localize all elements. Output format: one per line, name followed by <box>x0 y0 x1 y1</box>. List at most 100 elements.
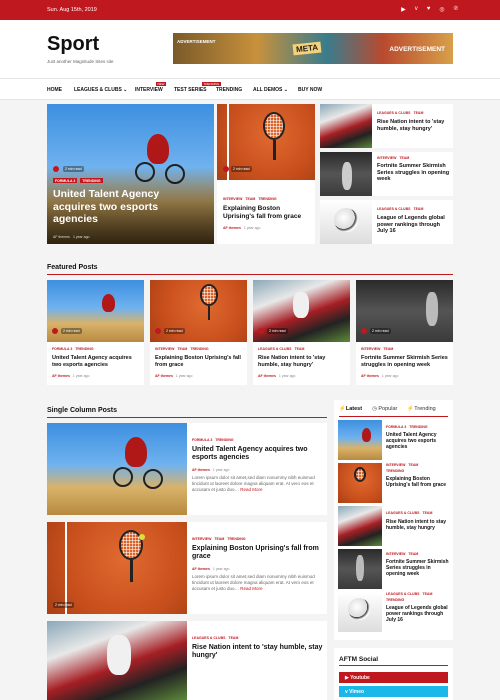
category-link[interactable]: INTERVIEW <box>377 156 396 160</box>
latest-title[interactable]: Fortnite Summer Skirmish Series struggle… <box>386 559 450 577</box>
single-post-image[interactable] <box>47 423 187 515</box>
latest-thumb[interactable] <box>338 463 382 503</box>
author-name[interactable]: AF themes <box>361 374 379 378</box>
category-link[interactable]: TRENDING <box>386 598 404 602</box>
category-link[interactable]: LEAGUES & CLUBS <box>386 511 419 515</box>
latest-title[interactable]: United Talent Agency acquires two esport… <box>386 432 450 450</box>
side-title[interactable]: Fortnite Summer Skirmish Series struggle… <box>377 163 451 183</box>
category-link[interactable]: TEAM <box>228 636 238 640</box>
category-link[interactable]: INTERVIEW <box>386 552 405 556</box>
latest-thumb[interactable] <box>338 592 382 632</box>
author-name[interactable]: AF themes <box>192 567 210 571</box>
category-link[interactable]: TEAM <box>383 347 393 351</box>
side-title[interactable]: League of Legends global power rankings … <box>377 215 451 235</box>
category-link[interactable]: TRENDING <box>215 438 233 442</box>
latest-thumb[interactable] <box>338 506 382 546</box>
category-link[interactable]: LEAGUES & CLUBS <box>377 111 410 115</box>
single-post-title[interactable]: Rise Nation intent to 'stay humble, stay… <box>192 644 324 661</box>
category-link[interactable]: FORMULA 3 <box>52 347 72 351</box>
category-link[interactable]: INTERVIEW <box>386 463 405 467</box>
hero-mid-title[interactable]: Explaining Boston Uprising's fall from g… <box>223 205 313 221</box>
nav-all-demos[interactable]: ALL DEMOS ⌄ <box>253 87 288 93</box>
featured-image[interactable]: 2 min read <box>150 280 247 342</box>
author-name[interactable]: AF themes <box>192 468 210 472</box>
featured-image[interactable]: 2 min read <box>356 280 453 342</box>
side-title[interactable]: Rise Nation intent to 'stay humble, stay… <box>377 119 451 132</box>
author-name[interactable]: AF themes <box>53 235 70 239</box>
category-link[interactable]: FORMULA 3 <box>192 438 212 442</box>
author-name[interactable]: AF themes <box>223 226 241 230</box>
category-link[interactable]: TRENDING <box>386 469 404 473</box>
category-link[interactable]: TEAM <box>294 347 304 351</box>
nav-trending[interactable]: TRENDING <box>216 87 242 93</box>
instagram-icon[interactable]: ◎ <box>439 6 444 13</box>
author-name[interactable]: AF themes <box>52 374 70 378</box>
category-link[interactable]: LEAGUES & CLUBS <box>258 347 291 351</box>
author-name[interactable]: AF themes <box>155 374 173 378</box>
site-title[interactable]: Sport <box>47 33 99 56</box>
category-link[interactable]: TEAM <box>422 592 432 596</box>
single-post-title[interactable]: United Talent Agency acquires two esport… <box>192 446 324 463</box>
tab-trending[interactable]: ⚡Trending <box>407 406 435 412</box>
vimeo-icon[interactable]: v <box>415 6 418 13</box>
hero-main-image[interactable]: 2 min read FORMULA 3 TRENDING United Tal… <box>47 104 214 244</box>
nav-interview[interactable]: INTERVIEW <box>135 87 163 93</box>
vimeo-button[interactable]: v Vimeo <box>339 686 448 697</box>
nav-leagues-clubs[interactable]: LEAGUES & CLUBS ⌄ <box>74 87 127 93</box>
single-post-title[interactable]: Explaining Boston Uprising's fall from g… <box>192 545 324 562</box>
tab-popular[interactable]: ◷ Popular <box>372 406 397 412</box>
category-link[interactable]: TRENDING <box>80 178 103 183</box>
category-link[interactable]: TEAM <box>413 207 423 211</box>
category-link[interactable]: TEAM <box>413 111 423 115</box>
latest-thumb[interactable] <box>338 420 382 460</box>
author-name[interactable]: AF themes <box>258 374 276 378</box>
nav-home[interactable]: HOME <box>47 87 62 93</box>
hero-main-title[interactable]: United Talent Agency acquires two esport… <box>53 188 203 226</box>
category-link[interactable]: TEAM <box>214 537 224 541</box>
read-more-link[interactable]: Read More <box>240 487 262 492</box>
category-link[interactable]: TEAM <box>408 552 418 556</box>
category-link[interactable]: FORMULA 3 <box>53 178 78 183</box>
hero-mid-image[interactable]: 2 min read <box>217 104 315 180</box>
category-link[interactable]: TEAM <box>422 511 432 515</box>
featured-title[interactable]: Rise Nation intent to 'stay humble, stay… <box>258 355 346 368</box>
category-link[interactable]: TRENDING <box>258 197 276 201</box>
category-link[interactable]: INTERVIEW <box>192 537 211 541</box>
featured-title[interactable]: United Talent Agency acquires two esport… <box>52 355 140 368</box>
single-post-image[interactable] <box>47 621 187 700</box>
category-link[interactable]: LEAGUES & CLUBS <box>386 592 419 596</box>
youtube-button[interactable]: ▶ Youtube <box>339 672 448 683</box>
category-link[interactable]: TRENDING <box>227 537 245 541</box>
youtube-icon[interactable]: ▶ <box>401 6 406 13</box>
read-more-link[interactable]: Read More <box>240 586 262 591</box>
category-link[interactable]: INTERVIEW <box>361 347 380 351</box>
category-link[interactable]: TEAM <box>177 347 187 351</box>
latest-title[interactable]: Explaining Boston Uprising's fall from g… <box>386 476 450 488</box>
latest-title[interactable]: League of Legends global power rankings … <box>386 605 450 623</box>
category-link[interactable]: TRENDING <box>190 347 208 351</box>
featured-image[interactable]: 2 min read <box>47 280 144 342</box>
side-thumb[interactable] <box>320 200 372 244</box>
featured-title[interactable]: Explaining Boston Uprising's fall from g… <box>155 355 243 368</box>
category-link[interactable]: INTERVIEW <box>155 347 174 351</box>
nav-test-series[interactable]: TEST SERIES <box>174 87 207 93</box>
latest-thumb[interactable] <box>338 549 382 589</box>
category-link[interactable]: TRENDING <box>409 425 427 429</box>
category-link[interactable]: TEAM <box>399 156 409 160</box>
category-link[interactable]: LEAGUES & CLUBS <box>192 636 225 640</box>
category-link[interactable]: INTERVIEW <box>223 197 242 201</box>
category-link[interactable]: TRENDING <box>75 347 93 351</box>
featured-title[interactable]: Fortnite Summer Skirmish Series struggle… <box>361 355 449 368</box>
tab-latest[interactable]: ⚡Latest <box>339 406 362 412</box>
side-thumb[interactable] <box>320 152 372 196</box>
category-link[interactable]: TEAM <box>245 197 255 201</box>
single-post-image[interactable]: 2 min read <box>47 522 187 614</box>
nav-buy-now[interactable]: BUY NOW <box>298 87 322 93</box>
side-thumb[interactable] <box>320 104 372 148</box>
category-link[interactable]: FORMULA 3 <box>386 425 406 429</box>
category-link[interactable]: TEAM <box>408 463 418 467</box>
category-link[interactable]: LEAGUES & CLUBS <box>377 207 410 211</box>
advertisement-banner[interactable]: ADVERTISEMENT META ADVERTISEMENT <box>173 33 453 64</box>
pinterest-icon[interactable]: ℗ <box>454 6 458 13</box>
latest-title[interactable]: Rise Nation intent to stay humble, stay … <box>386 519 450 531</box>
